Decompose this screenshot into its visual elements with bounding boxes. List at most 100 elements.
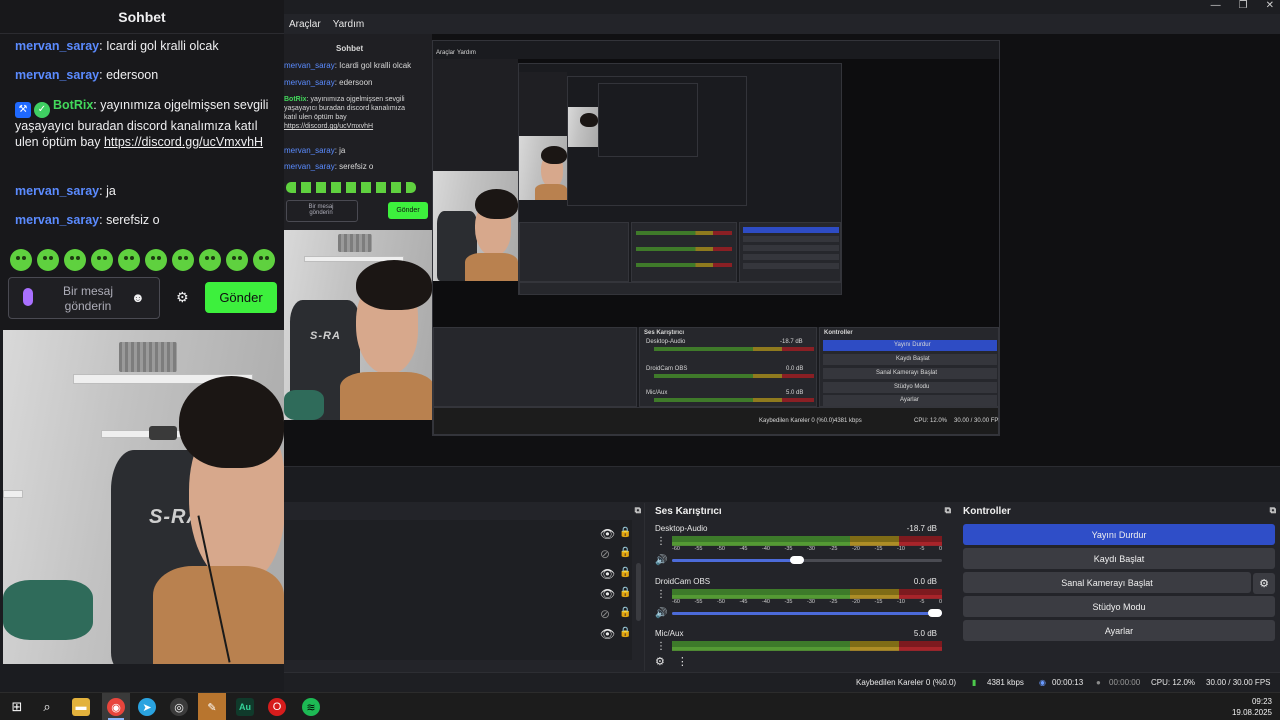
opera-icon[interactable]: O <box>268 698 286 716</box>
eye-icon[interactable]: 👁 <box>600 527 615 541</box>
lock-icon[interactable]: 🔒 <box>619 587 631 598</box>
chat-text: ja <box>106 184 116 198</box>
emote-icon[interactable] <box>145 249 167 271</box>
preview-virtualcam: Sanal Kamerayı Başlat <box>876 370 938 376</box>
chat-settings-icon[interactable]: ⚙ <box>176 289 189 306</box>
lock-icon[interactable]: 🔒 <box>619 567 631 578</box>
obs-icon[interactable]: ◎ <box>170 698 188 716</box>
dock-popout-icon[interactable]: ⧉ <box>635 505 641 516</box>
emote-icon[interactable] <box>91 249 113 271</box>
slider-knob[interactable] <box>790 556 805 564</box>
volume-slider[interactable] <box>672 556 942 564</box>
settings-button[interactable]: Ayarlar <box>963 620 1275 641</box>
close-button[interactable]: ✕ <box>1266 0 1274 11</box>
emote-icon[interactable] <box>118 249 140 271</box>
chat-username[interactable]: mervan_saray <box>15 68 99 82</box>
virtual-camera-settings-icon[interactable]: ⚙ <box>1253 573 1275 594</box>
preview-chat-user: mervan_saray <box>284 61 335 70</box>
menu-tools[interactable]: Araçlar <box>289 19 321 30</box>
start-recording-button[interactable]: Kaydı Başlat <box>963 548 1275 569</box>
dock-popout-icon[interactable]: ⧉ <box>1270 505 1276 516</box>
file-explorer-icon[interactable]: ▬ <box>72 698 90 716</box>
microphone-icon[interactable] <box>23 288 33 306</box>
eye-icon[interactable]: 👁 <box>600 587 615 601</box>
source-row[interactable]: ⊘ 🔒 <box>284 547 632 567</box>
preview-studio-mode: Stüdyo Modu <box>894 384 930 390</box>
speaker-icon[interactable]: 🔊 <box>655 555 667 566</box>
speaker-icon[interactable]: 🔊 <box>655 608 667 619</box>
emote-icon[interactable] <box>10 249 32 271</box>
preview-chat-user: mervan_saray <box>284 146 335 155</box>
channel-menu-icon[interactable]: ⋮ <box>656 641 666 651</box>
emoji-icon[interactable]: ☻ <box>131 290 145 305</box>
eye-icon[interactable]: 👁 <box>600 567 615 581</box>
meter-ticks: -60 -55 -50 -45 -40 -35 -30 -25 -20 -15 -10 -5 0 <box>672 546 942 552</box>
chat-username[interactable]: mervan_saray <box>15 213 99 227</box>
stop-stream-button[interactable]: Yayını Durdur <box>963 524 1275 545</box>
chrome-icon[interactable]: ◉ <box>107 698 125 716</box>
preview-chat-text: ja <box>339 146 346 155</box>
source-row[interactable]: 👁 🔒 <box>284 567 632 587</box>
source-row[interactable]: ⊘ 🔒 <box>284 607 632 627</box>
volume-slider[interactable] <box>672 609 942 617</box>
system-clock[interactable]: 09:23 19.08.2025 <box>1232 696 1272 718</box>
search-icon[interactable]: ⌕ <box>38 698 56 716</box>
mixer-menu-icon[interactable]: ⋮ <box>677 655 688 668</box>
emote-icon[interactable] <box>199 249 221 271</box>
chat-username[interactable]: BotRix <box>53 98 93 112</box>
minimize-button[interactable]: — <box>1211 0 1221 11</box>
channel-db: 0.0 dB <box>913 577 937 586</box>
start-virtual-camera-button[interactable]: Sanal Kamerayı Başlat <box>963 572 1251 593</box>
source-row[interactable]: 👁 🔒 <box>284 527 632 547</box>
emote-icon[interactable] <box>64 249 86 271</box>
advanced-audio-icon[interactable]: ⚙ <box>655 655 665 668</box>
chat-input[interactable]: Bir mesaj gönderin ☻ <box>8 277 160 319</box>
discord-link[interactable]: https://discord.gg/ucVmxvhH <box>104 135 263 149</box>
emote-icon[interactable] <box>226 249 248 271</box>
sources-list[interactable]: 👁 🔒 ⊘ 🔒 👁 🔒 👁 🔒 ⊘ 🔒 👁 🔒 <box>284 520 632 660</box>
chat-title: Sohbet <box>0 0 284 34</box>
audition-icon[interactable]: Au <box>236 698 254 716</box>
chat-username[interactable]: mervan_saray <box>15 39 99 53</box>
preview-chat-input: Bir mesaj gönderin <box>286 200 358 222</box>
source-row[interactable]: 👁 🔒 <box>284 587 632 607</box>
preview-chat-line: mervan_saray: serefsiz o <box>284 162 373 171</box>
emote-icon[interactable] <box>172 249 194 271</box>
lock-icon[interactable]: 🔒 <box>619 527 631 538</box>
streamer-hair <box>179 376 284 468</box>
preview-mixer-channel: Mic/Aux <box>646 390 668 396</box>
eye-icon[interactable]: 👁 <box>600 627 615 641</box>
preview-chair-text: S-RA <box>310 330 341 342</box>
basket <box>119 342 177 372</box>
maximize-button[interactable]: ❐ <box>1239 0 1248 11</box>
send-button[interactable]: Gönder <box>205 282 277 313</box>
chat-username[interactable]: mervan_saray <box>15 184 99 198</box>
source-row[interactable]: 👁 🔒 <box>284 627 632 647</box>
dock-popout-icon[interactable]: ⧉ <box>945 505 951 516</box>
studio-mode-button[interactable]: Stüdyo Modu <box>963 596 1275 617</box>
spotify-icon[interactable]: ≋ <box>302 698 320 716</box>
telegram-icon[interactable]: ➤ <box>138 698 156 716</box>
preview-chat-line: mervan_saray: ja <box>284 146 345 155</box>
windows-start-icon[interactable]: ⊞ <box>8 698 26 716</box>
sources-scrollbar[interactable] <box>636 563 641 621</box>
preview-divider <box>284 466 1280 502</box>
eye-hidden-icon[interactable]: ⊘ <box>600 547 610 561</box>
menu-help[interactable]: Yardım <box>333 19 365 30</box>
lock-icon[interactable]: 🔒 <box>619 627 631 638</box>
preview-chat-text: edersoon <box>339 78 373 87</box>
mixer-channel-mic: Mic/Aux 5.0 dB ⋮ <box>650 629 950 651</box>
channel-menu-icon[interactable]: ⋮ <box>656 536 666 547</box>
app-icon[interactable]: ✎ <box>203 698 221 716</box>
emote-icon[interactable] <box>253 249 275 271</box>
emote-icon[interactable] <box>37 249 59 271</box>
record-icon: ● <box>1096 678 1101 687</box>
preview-mixer-title: Ses Karıştırıcı <box>644 330 685 336</box>
slider-knob[interactable] <box>928 609 942 617</box>
lock-icon[interactable]: 🔒 <box>619 607 631 618</box>
obs-preview[interactable]: Sohbet mervan_saray: Icardi gol kralli o… <box>284 34 1280 466</box>
moderator-badge-icon: ⚒ <box>15 102 31 118</box>
lock-icon[interactable]: 🔒 <box>619 547 631 558</box>
eye-hidden-icon[interactable]: ⊘ <box>600 607 610 621</box>
channel-menu-icon[interactable]: ⋮ <box>656 589 666 600</box>
